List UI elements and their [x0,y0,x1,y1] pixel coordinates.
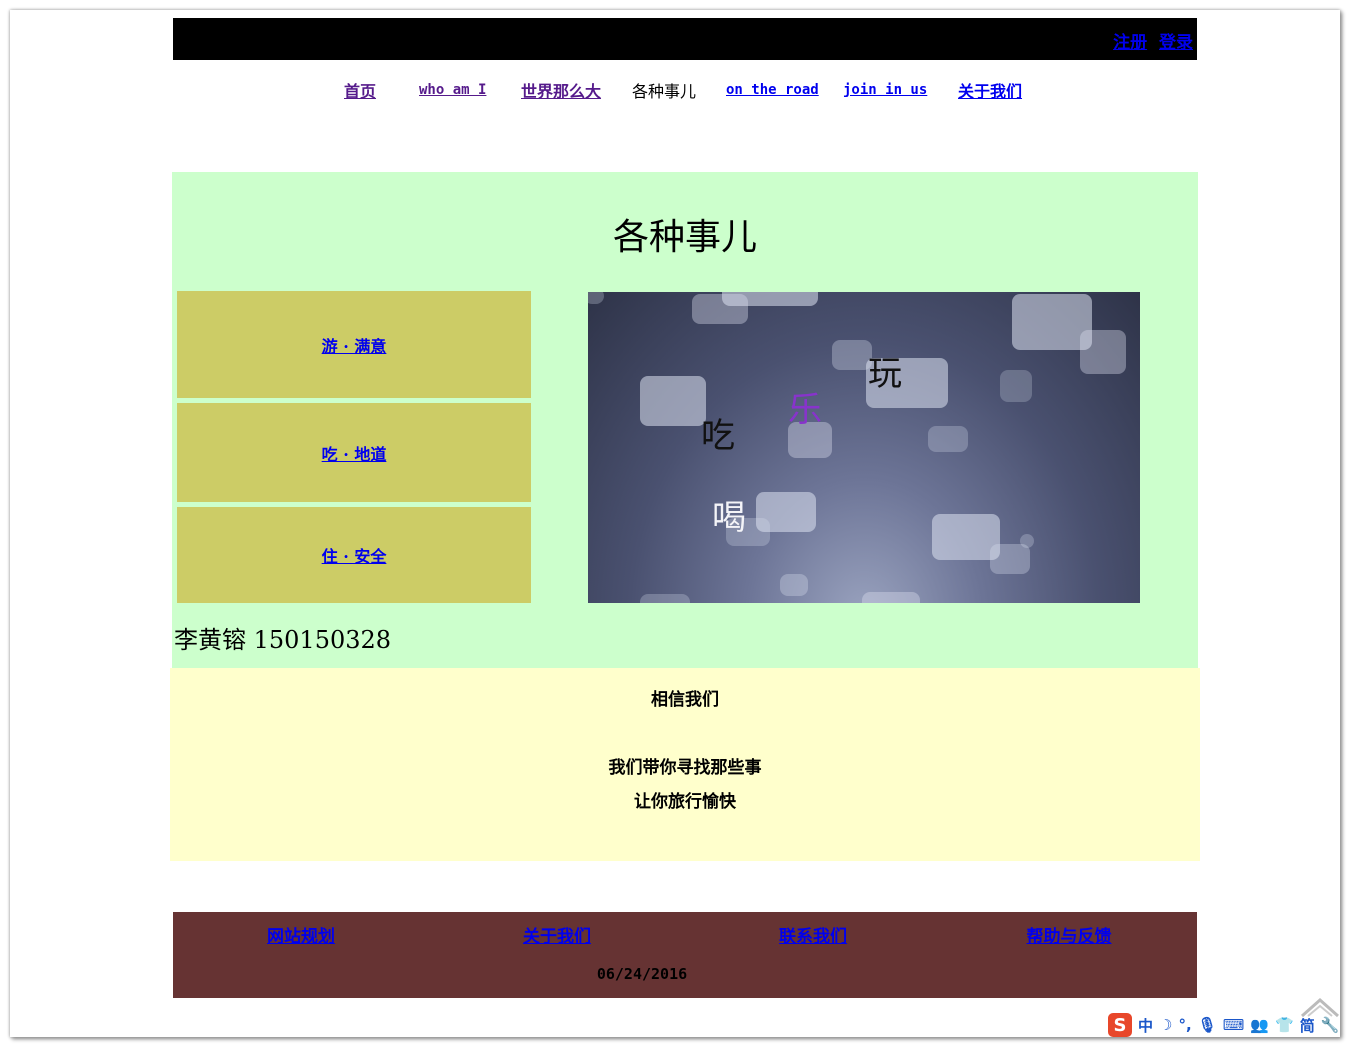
slogan-line-2: 我们带你寻找那些事 [608,758,762,778]
nav-who-am-i[interactable]: who am I [419,82,486,98]
microphone-icon[interactable]: 🎙 [1198,1016,1217,1034]
footer-link-site-plan[interactable]: 网站规划 [173,922,429,947]
hero-word-fun: 乐 [788,390,822,430]
footer-link-help[interactable]: 帮助与反馈 [941,922,1197,947]
auth-links: 注册 登录 [1107,28,1193,53]
page-title: 各种事儿 [612,217,757,258]
nav-on-the-road[interactable]: on the road [726,82,819,98]
feature-link-travel[interactable]: 游 · 满意 [322,333,387,357]
feature-link-food[interactable]: 吃 · 地道 [322,441,387,465]
slogan-line-3: 让你旅行愉快 [634,792,736,812]
footer-link-about[interactable]: 关于我们 [429,922,685,947]
punctuation-icon[interactable]: °, [1178,1016,1191,1034]
keyboard-icon[interactable]: ⌨ [1223,1016,1245,1034]
feature-box-travel: 游 · 满意 [177,291,531,398]
sogou-logo-icon[interactable]: S [1108,1013,1132,1037]
hero-image: 玩 乐 吃 喝 [588,292,1140,603]
bokeh-tile [1000,370,1032,402]
bokeh-tile [928,426,968,452]
nav-things-current: 各种事儿 [632,82,697,101]
feature-box-stay: 住 · 安全 [177,507,531,603]
bokeh-tile [1080,330,1126,374]
hero-word-drink: 喝 [712,498,746,538]
contact-info: 李黄镕 150150328 [174,626,392,654]
nav-about-us[interactable]: 关于我们 [958,78,1022,102]
moon-icon[interactable]: ☽ [1159,1016,1172,1034]
ime-mode-chinese[interactable]: 中 [1138,1015,1153,1036]
feature-box-food: 吃 · 地道 [177,403,531,502]
bokeh-tile [780,574,808,596]
bokeh-tile [640,594,690,603]
main-section: 各种事儿 游 · 满意 吃 · 地道 住 · 安全 玩 乐 吃 喝 李黄镕 15… [172,172,1198,668]
login-link[interactable]: 登录 [1159,33,1193,53]
ime-simplified[interactable]: 简 [1300,1015,1315,1036]
feature-link-stay[interactable]: 住 · 安全 [322,543,387,567]
main-nav: 首页 who am I 世界那么大 各种事儿 on the road join … [173,78,1197,104]
ime-toolbar: S 中 ☽ °, 🎙 ⌨ 👥 👕 简 🔧 [1108,1012,1339,1038]
footer-link-contact[interactable]: 联系我们 [685,922,941,947]
user-icon[interactable]: 👥 [1250,1016,1269,1034]
slogan-line-1: 相信我们 [651,690,719,710]
site-footer: 网站规划 关于我们 联系我们 帮助与反馈 06/24/2016 [173,912,1197,998]
slogan-section: 相信我们 我们带你寻找那些事 让你旅行愉快 [170,668,1200,861]
wrench-icon[interactable]: 🔧 [1321,1016,1340,1034]
hero-word-eat: 吃 [701,416,735,456]
register-link[interactable]: 注册 [1113,33,1147,53]
nav-join-in-us[interactable]: join in us [843,82,927,98]
footer-date: 06/24/2016 [596,965,688,983]
shirt-icon[interactable]: 👕 [1275,1016,1294,1034]
nav-home[interactable]: 首页 [344,78,376,102]
bokeh-tile [640,376,706,426]
bokeh-tile [588,292,604,304]
bokeh-tile [1020,534,1034,548]
bokeh-tile [692,294,748,324]
top-bar: 注册 登录 [173,18,1197,60]
bokeh-tile [862,592,920,603]
bokeh-tile [990,544,1030,574]
hero-word-play: 玩 [868,354,902,394]
nav-world[interactable]: 世界那么大 [521,78,601,102]
